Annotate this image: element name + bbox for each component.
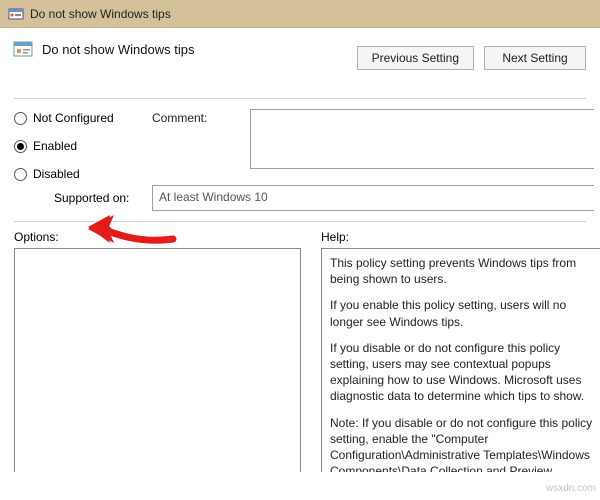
radio-label: Enabled xyxy=(33,139,77,153)
options-column: Options: xyxy=(14,230,301,472)
window-icon xyxy=(8,6,24,22)
help-paragraph: If you disable or do not configure this … xyxy=(330,340,600,405)
options-panel[interactable] xyxy=(14,248,301,472)
previous-setting-button[interactable]: Previous Setting xyxy=(357,46,474,70)
field-inputs xyxy=(250,109,594,181)
help-paragraph: Note: If you disable or do not configure… xyxy=(330,415,600,473)
help-column: Help: This policy setting prevents Windo… xyxy=(321,230,600,472)
annotation-arrow-icon xyxy=(88,209,178,249)
radio-icon xyxy=(14,168,27,181)
watermark: wsxdn.com xyxy=(546,483,596,494)
help-panel[interactable]: This policy setting prevents Windows tip… xyxy=(321,248,600,472)
radio-icon xyxy=(14,140,27,153)
next-setting-button[interactable]: Next Setting xyxy=(484,46,586,70)
radio-disabled[interactable]: Disabled xyxy=(14,167,134,181)
radio-label: Not Configured xyxy=(33,111,114,125)
nav-button-row: Previous Setting Next Setting xyxy=(357,46,586,70)
config-area: Not Configured Enabled Disabled Comment: xyxy=(0,99,600,185)
help-label: Help: xyxy=(321,230,600,244)
help-paragraph: If you enable this policy setting, users… xyxy=(330,297,600,329)
window-titlebar: Do not show Windows tips xyxy=(0,0,600,28)
radio-enabled[interactable]: Enabled xyxy=(14,139,134,153)
field-labels: Comment: xyxy=(152,109,232,181)
supported-on-row: Supported on: At least Windows 10 xyxy=(0,185,600,211)
window-title: Do not show Windows tips xyxy=(30,7,171,21)
comment-input[interactable] xyxy=(250,109,594,169)
page-title: Do not show Windows tips xyxy=(42,42,194,57)
setting-icon xyxy=(12,38,34,60)
state-radio-group: Not Configured Enabled Disabled xyxy=(14,109,134,181)
comment-label: Comment: xyxy=(152,111,232,125)
supported-on-label: Supported on: xyxy=(14,191,134,205)
radio-not-configured[interactable]: Not Configured xyxy=(14,111,134,125)
supported-on-field: At least Windows 10 xyxy=(152,185,594,211)
radio-icon xyxy=(14,112,27,125)
help-paragraph: This policy setting prevents Windows tip… xyxy=(330,255,600,287)
bottom-panels: Options: Help: This policy setting preve… xyxy=(0,222,600,472)
radio-label: Disabled xyxy=(33,167,80,181)
